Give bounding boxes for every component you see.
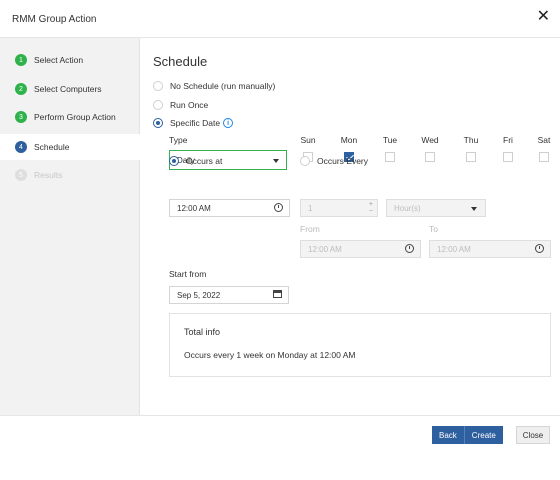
clock-icon[interactable] bbox=[274, 203, 283, 214]
radio-button[interactable] bbox=[169, 156, 179, 166]
radio-button[interactable] bbox=[153, 118, 163, 128]
chevron-down-icon bbox=[471, 207, 477, 211]
start-from-value: Sep 5, 2022 bbox=[177, 290, 221, 300]
day-label-thu: Thu bbox=[463, 135, 479, 145]
stepper-down-icon[interactable]: − bbox=[369, 208, 373, 215]
occurs-at-time-value: 12:00 AM bbox=[177, 203, 211, 213]
step-label: Perform Group Action bbox=[34, 112, 116, 122]
day-checkbox-thu[interactable] bbox=[466, 152, 476, 162]
back-button[interactable]: Back bbox=[432, 426, 465, 444]
day-label-tue: Tue bbox=[382, 135, 398, 145]
to-time-input[interactable]: 12:00 AM bbox=[429, 240, 551, 258]
clock-icon[interactable] bbox=[405, 244, 414, 255]
page-title: Schedule bbox=[153, 54, 208, 69]
radio-label: Specific Date bbox=[170, 118, 221, 128]
from-time-input[interactable]: 12:00 AM bbox=[300, 240, 421, 258]
wizard-sidebar: 1 Select Action 2 Select Computers 3 Per… bbox=[0, 38, 140, 415]
step-number-badge: 1 bbox=[15, 54, 27, 66]
step-label: Select Action bbox=[34, 55, 84, 65]
total-info-title: Total info bbox=[184, 327, 221, 337]
occurs-every-unit-value: Hour(s) bbox=[394, 203, 421, 213]
day-label-wed: Wed bbox=[421, 135, 439, 145]
start-from-label: Start from bbox=[169, 269, 207, 279]
number-stepper[interactable]: + − bbox=[369, 201, 373, 215]
day-checkbox-fri[interactable] bbox=[503, 152, 513, 162]
step-perform-group-action[interactable]: 3 Perform Group Action bbox=[0, 104, 140, 130]
dialog-header: RMM Group Action ✕ bbox=[0, 0, 560, 38]
occurs-at-radio-visible[interactable]: Occurs at bbox=[169, 156, 222, 166]
radio-button[interactable] bbox=[153, 81, 163, 91]
step-schedule[interactable]: 4 Schedule bbox=[0, 134, 140, 160]
radio-occurs-every[interactable]: Occurs Every bbox=[300, 156, 368, 166]
to-time-value: 12:00 AM bbox=[437, 244, 471, 254]
calendar-icon[interactable] bbox=[273, 290, 282, 300]
clock-icon[interactable] bbox=[535, 244, 544, 255]
type-label: Type bbox=[169, 135, 188, 145]
stepper-up-icon[interactable]: + bbox=[369, 201, 373, 208]
start-from-date-input[interactable]: Sep 5, 2022 bbox=[169, 286, 289, 304]
to-label: To bbox=[429, 224, 438, 234]
day-label-fri: Fri bbox=[503, 135, 513, 145]
total-info-summary: Occurs every 1 week on Monday at 12:00 A… bbox=[184, 350, 356, 360]
step-results: 5 Results bbox=[0, 162, 140, 188]
radio-no-schedule[interactable]: No Schedule (run manually) bbox=[153, 81, 275, 91]
day-checkbox-tue[interactable] bbox=[385, 152, 395, 162]
day-label-sun: Sun bbox=[300, 135, 316, 145]
occurs-at-time-input[interactable]: 12:00 AM bbox=[169, 199, 290, 217]
radio-button[interactable] bbox=[300, 156, 310, 166]
occurs-at-label: Occurs at bbox=[186, 156, 223, 166]
occurs-every-number-input[interactable]: 1 + − bbox=[300, 199, 378, 217]
step-number-badge: 2 bbox=[15, 83, 27, 95]
total-info-panel: Total info Occurs every 1 week on Monday… bbox=[169, 313, 551, 377]
step-select-action[interactable]: 1 Select Action bbox=[0, 47, 140, 73]
schedule-panel: Schedule No Schedule (run manually) Run … bbox=[153, 38, 553, 415]
step-select-computers[interactable]: 2 Select Computers bbox=[0, 76, 140, 102]
day-label-mon: Mon bbox=[340, 135, 358, 145]
radio-specific-date[interactable]: Specific Date i bbox=[153, 118, 234, 128]
step-number-badge: 3 bbox=[15, 111, 27, 123]
day-checkbox-sat[interactable] bbox=[539, 152, 549, 162]
radio-button[interactable] bbox=[153, 100, 163, 110]
chevron-down-icon bbox=[273, 159, 279, 163]
step-number-badge: 5 bbox=[15, 169, 27, 181]
step-label: Select Computers bbox=[34, 84, 102, 94]
close-icon[interactable]: ✕ bbox=[537, 9, 550, 25]
occurs-every-value: 1 bbox=[308, 203, 313, 213]
day-label-sat: Sat bbox=[537, 135, 551, 145]
from-label: From bbox=[300, 224, 320, 234]
create-button[interactable]: Create bbox=[464, 426, 503, 444]
radio-label: Run Once bbox=[170, 100, 209, 110]
step-number-badge: 4 bbox=[15, 141, 27, 153]
radio-run-once[interactable]: Run Once bbox=[153, 100, 208, 110]
nav-button-group: Back Create bbox=[432, 426, 503, 444]
occurs-every-label: Occurs Every bbox=[317, 156, 369, 166]
day-checkbox-wed[interactable] bbox=[425, 152, 435, 162]
info-icon[interactable]: i bbox=[223, 118, 234, 128]
occurs-every-unit-select[interactable]: Hour(s) bbox=[386, 199, 486, 217]
step-label: Schedule bbox=[34, 142, 70, 152]
dialog-footer: Back Create Close bbox=[0, 415, 560, 480]
dialog-title: RMM Group Action bbox=[12, 14, 97, 25]
close-button[interactable]: Close bbox=[516, 426, 550, 444]
from-time-value: 12:00 AM bbox=[308, 244, 342, 254]
step-label: Results bbox=[34, 170, 63, 180]
radio-label: No Schedule (run manually) bbox=[170, 81, 276, 91]
